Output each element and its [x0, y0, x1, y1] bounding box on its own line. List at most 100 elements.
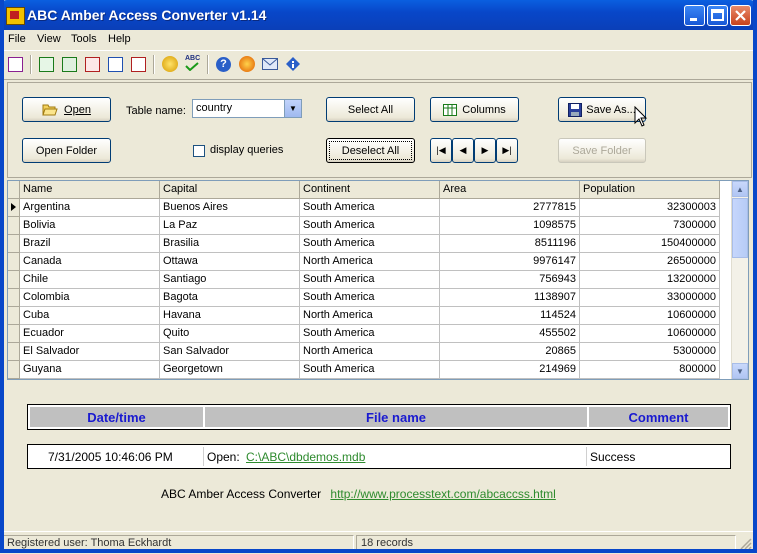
- row-indicator[interactable]: [8, 307, 20, 325]
- rtf-icon[interactable]: [131, 57, 146, 72]
- scroll-up-icon[interactable]: ▲: [732, 181, 748, 197]
- grid-cell[interactable]: Colombia: [20, 289, 160, 307]
- grid-cell[interactable]: South America: [300, 217, 440, 235]
- grid-cell[interactable]: 150400000: [580, 235, 720, 253]
- menu-view[interactable]: View: [37, 33, 61, 45]
- grid-cell[interactable]: Chile: [20, 271, 160, 289]
- grid-cell[interactable]: Argentina: [20, 199, 160, 217]
- excel-icon[interactable]: [39, 57, 54, 72]
- log-file-link[interactable]: C:\ABC\dbdemos.mdb: [246, 450, 365, 464]
- grid-cell[interactable]: Ecuador: [20, 325, 160, 343]
- save-as-button[interactable]: Save As...: [558, 97, 646, 122]
- chevron-down-icon[interactable]: ▼: [284, 100, 301, 117]
- scrollbar-thumb[interactable]: [732, 198, 748, 258]
- row-indicator[interactable]: [8, 343, 20, 361]
- open-folder-button[interactable]: Open Folder: [22, 138, 111, 163]
- grid-cell[interactable]: Santiago: [160, 271, 300, 289]
- scroll-down-icon[interactable]: ▼: [732, 363, 748, 379]
- row-indicator[interactable]: [8, 253, 20, 271]
- grid-cell[interactable]: South America: [300, 361, 440, 379]
- grid-cell[interactable]: 1098575: [440, 217, 580, 235]
- footer-url-link[interactable]: http://www.processtext.com/abcaccss.html: [330, 487, 555, 501]
- grid-cell[interactable]: Guyana: [20, 361, 160, 379]
- open-button[interactable]: Open: [22, 97, 111, 122]
- menu-file[interactable]: File: [8, 33, 26, 45]
- grid-column-header[interactable]: Area: [440, 181, 580, 199]
- grid-cell[interactable]: 32300003: [580, 199, 720, 217]
- grid-cell[interactable]: Georgetown: [160, 361, 300, 379]
- columns-button[interactable]: Columns: [430, 97, 519, 122]
- menu-help[interactable]: Help: [108, 33, 131, 45]
- table-name-select[interactable]: country ▼: [192, 99, 302, 118]
- log-row[interactable]: 7/31/2005 10:46:06 PM Open: C:\ABC\dbdem…: [27, 444, 731, 469]
- row-indicator[interactable]: [8, 217, 20, 235]
- grid-cell[interactable]: 114524: [440, 307, 580, 325]
- help-icon[interactable]: ?: [216, 57, 231, 72]
- grid-cell[interactable]: El Salvador: [20, 343, 160, 361]
- spellcheck-icon[interactable]: ABC: [185, 55, 202, 73]
- save-folder-button[interactable]: Save Folder: [558, 138, 646, 163]
- grid-cell[interactable]: 214969: [440, 361, 580, 379]
- display-queries-checkbox[interactable]: [193, 145, 205, 157]
- grid-cell[interactable]: South America: [300, 235, 440, 253]
- row-indicator[interactable]: [8, 199, 20, 217]
- home-icon[interactable]: [239, 56, 255, 72]
- grid-cell[interactable]: 756943: [440, 271, 580, 289]
- grid-column-header[interactable]: Capital: [160, 181, 300, 199]
- grid-cell[interactable]: South America: [300, 289, 440, 307]
- grid-cell[interactable]: South America: [300, 325, 440, 343]
- grid-cell[interactable]: 800000: [580, 361, 720, 379]
- close-button[interactable]: [730, 5, 751, 26]
- grid-cell[interactable]: 10600000: [580, 307, 720, 325]
- grid-cell[interactable]: 2777815: [440, 199, 580, 217]
- grid-cell[interactable]: Ottawa: [160, 253, 300, 271]
- minimize-button[interactable]: [684, 5, 705, 26]
- select-all-button[interactable]: Select All: [326, 97, 415, 122]
- data-grid[interactable]: Name Capital Continent Area Population Argen…: [7, 180, 749, 380]
- row-indicator[interactable]: [8, 361, 20, 379]
- grid-cell[interactable]: 455502: [440, 325, 580, 343]
- grid-cell[interactable]: 9976147: [440, 253, 580, 271]
- grid-cell[interactable]: 7300000: [580, 217, 720, 235]
- grid-cell[interactable]: San Salvador: [160, 343, 300, 361]
- grid-cell[interactable]: 33000000: [580, 289, 720, 307]
- pdf-icon[interactable]: [85, 57, 100, 72]
- grid-cell[interactable]: North America: [300, 343, 440, 361]
- grid-cell[interactable]: Canada: [20, 253, 160, 271]
- nav-first-button[interactable]: |◀: [430, 138, 452, 163]
- grid-cell[interactable]: La Paz: [160, 217, 300, 235]
- grid-cell[interactable]: South America: [300, 199, 440, 217]
- menu-tools[interactable]: Tools: [71, 33, 97, 45]
- info-icon[interactable]: [285, 56, 301, 72]
- resize-grip-icon[interactable]: [740, 538, 752, 550]
- convert-icon[interactable]: [8, 57, 23, 72]
- grid-cell[interactable]: North America: [300, 307, 440, 325]
- app-icon[interactable]: [6, 7, 25, 25]
- grid-cell[interactable]: Quito: [160, 325, 300, 343]
- grid-column-header[interactable]: Population: [580, 181, 720, 199]
- row-indicator[interactable]: [8, 235, 20, 253]
- grid-cell[interactable]: South America: [300, 271, 440, 289]
- row-indicator[interactable]: [8, 289, 20, 307]
- grid-cell[interactable]: 1138907: [440, 289, 580, 307]
- grid-cell[interactable]: 26500000: [580, 253, 720, 271]
- grid-cell[interactable]: 13200000: [580, 271, 720, 289]
- email-icon[interactable]: [262, 58, 278, 70]
- hand-icon[interactable]: [162, 56, 178, 72]
- nav-prev-button[interactable]: ◀: [452, 138, 474, 163]
- row-indicator[interactable]: [8, 325, 20, 343]
- grid-column-header[interactable]: Continent: [300, 181, 440, 199]
- grid-cell[interactable]: Cuba: [20, 307, 160, 325]
- row-indicator[interactable]: [8, 271, 20, 289]
- csv-icon[interactable]: [62, 57, 77, 72]
- grid-cell[interactable]: North America: [300, 253, 440, 271]
- deselect-all-button[interactable]: Deselect All: [326, 138, 415, 163]
- grid-cell[interactable]: 20865: [440, 343, 580, 361]
- grid-cell[interactable]: Brasilia: [160, 235, 300, 253]
- nav-next-button[interactable]: ▶: [474, 138, 496, 163]
- grid-cell[interactable]: 5300000: [580, 343, 720, 361]
- grid-cell[interactable]: 8511196: [440, 235, 580, 253]
- grid-cell[interactable]: Havana: [160, 307, 300, 325]
- grid-cell[interactable]: Bagota: [160, 289, 300, 307]
- maximize-button[interactable]: [707, 5, 728, 26]
